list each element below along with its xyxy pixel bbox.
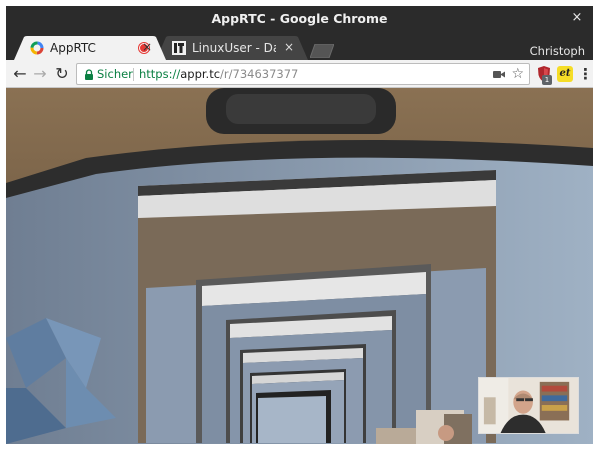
bookmark-star-icon[interactable]: ☆ — [511, 66, 524, 82]
tab-close-icon[interactable]: × — [142, 40, 152, 54]
title-bar: AppRTC - Google Chrome × — [6, 6, 593, 32]
tab-linuxuser[interactable]: LinuxUser - Das Magazin × — [156, 36, 308, 60]
url-scheme: https:// — [139, 67, 181, 81]
linuxuser-favicon-icon — [172, 41, 186, 55]
tab-strip: LinuxUser - Das Magazin × AppRTC × Chris… — [6, 32, 593, 60]
et-extension-icon[interactable]: et — [557, 66, 573, 82]
tab-close-icon[interactable]: × — [284, 40, 294, 54]
tab-label: LinuxUser - Das Magazin — [192, 41, 276, 55]
remote-video[interactable] — [6, 88, 593, 444]
url-text[interactable]: https://appr.tc/r/734637377 — [139, 67, 298, 81]
camera-icon[interactable] — [493, 70, 505, 79]
chrome-menu-button[interactable]: ⋮ — [578, 64, 593, 84]
extension-badge: 1 — [542, 75, 552, 85]
new-tab-button[interactable] — [310, 44, 334, 58]
tab-apprtc[interactable]: AppRTC × — [14, 36, 166, 60]
apprtc-favicon-icon — [30, 41, 44, 55]
reload-button[interactable]: ↻ — [52, 64, 72, 84]
window-close-icon[interactable]: × — [569, 10, 585, 26]
tab-label: AppRTC — [50, 41, 96, 55]
address-separator — [133, 68, 134, 81]
browser-window: AppRTC - Google Chrome × LinuxUser - Das… — [6, 6, 593, 444]
local-video-thumbnail[interactable] — [478, 377, 579, 434]
profile-name[interactable]: Christoph — [530, 44, 585, 58]
lock-icon — [85, 69, 93, 80]
url-path: /r/734637377 — [220, 67, 299, 81]
security-label[interactable]: Sicher — [97, 67, 133, 81]
window-title: AppRTC - Google Chrome — [211, 11, 388, 26]
url-host: appr.tc — [180, 67, 221, 81]
back-button[interactable]: ← — [10, 64, 30, 84]
toolbar: ← → ↻ Sicher https://appr.tc/r/734637377… — [6, 60, 593, 88]
address-bar[interactable]: Sicher https://appr.tc/r/734637377 ☆ — [76, 63, 530, 85]
forward-button[interactable]: → — [30, 64, 50, 84]
